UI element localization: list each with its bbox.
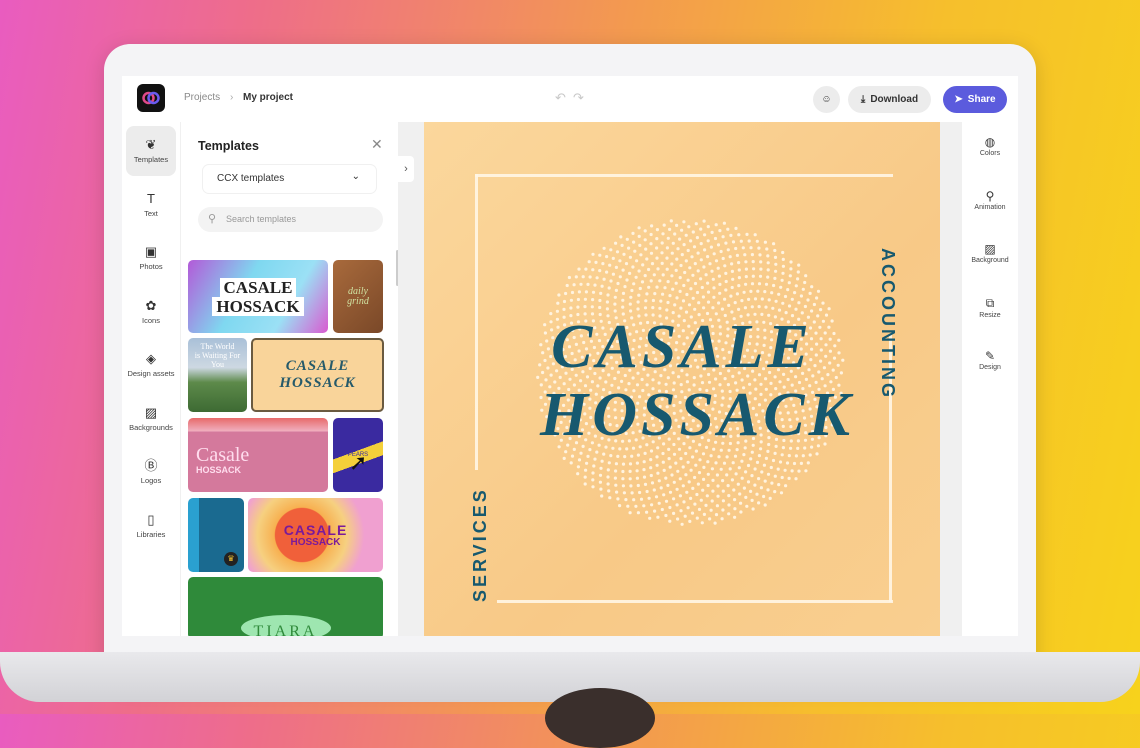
template-thumbnail[interactable]: The World is Waiting For You bbox=[188, 338, 247, 412]
thumb-text: daily bbox=[348, 285, 368, 297]
rail-item-icons[interactable]: ✿ Icons bbox=[126, 287, 176, 337]
right-rail-label: Background bbox=[971, 257, 1009, 264]
chevron-down-icon: ⌄ bbox=[351, 171, 360, 182]
template-source-dropdown[interactable]: CCX templates ⌄ bbox=[203, 165, 376, 193]
templates-panel: Templates ✕ CCX templates ⌄ ⚲ Search templ… bbox=[180, 122, 399, 636]
thumb-text: grind bbox=[347, 295, 369, 307]
frame-line-bottom bbox=[497, 600, 893, 603]
icons-icon: ✿ bbox=[145, 297, 157, 313]
undo-icon[interactable]: ↶ bbox=[555, 90, 566, 106]
right-rail-design[interactable]: ✎ Design bbox=[962, 349, 1018, 371]
comment-button[interactable]: ☺ bbox=[813, 86, 840, 113]
webcam-overlay bbox=[545, 688, 655, 748]
rail-item-label: Libraries bbox=[136, 529, 166, 539]
rail-item-logos[interactable]: Ⓑ Logos bbox=[126, 447, 176, 497]
thumb-text: CASALE bbox=[283, 521, 348, 538]
vertical-text-accounting[interactable]: ACCOUNTING bbox=[877, 248, 898, 400]
rail-item-label: Photos bbox=[139, 262, 163, 271]
design-canvas[interactable]: CASALE HOSSACK ACCOUNTING SERVICES bbox=[424, 122, 940, 636]
thumb-text: TIARA bbox=[240, 615, 331, 636]
redo-icon[interactable]: ↷ bbox=[573, 90, 584, 106]
right-rail-label: Resize bbox=[979, 311, 1001, 319]
right-rail-colors[interactable]: ◍ Colors bbox=[962, 135, 1018, 157]
thumb-text: CASALE bbox=[285, 358, 350, 374]
rail-item-label: Logos bbox=[140, 476, 162, 485]
template-thumbnail[interactable]: ♛ bbox=[188, 498, 244, 572]
share-button[interactable]: ➤ Share bbox=[943, 86, 1007, 113]
text-icon: T bbox=[147, 190, 155, 206]
rail-item-label: Design assets bbox=[127, 369, 175, 378]
palette-user-icon: ☺ bbox=[821, 94, 832, 105]
template-thumbnail[interactable]: CASALE HOSSACK bbox=[248, 498, 383, 572]
frame-line-top bbox=[475, 174, 893, 177]
rail-item-label: Text bbox=[144, 208, 158, 218]
thumb-text: Casale bbox=[196, 444, 250, 466]
thumb-text: CASALE bbox=[219, 277, 297, 297]
search-input[interactable]: ⚲ Search templates bbox=[198, 207, 383, 232]
download-label: Download bbox=[870, 94, 919, 105]
header: Projects › My project ↶ ↷ ☺ ⤓ Download ➤ S… bbox=[122, 76, 1018, 122]
rail-item-label: Icons bbox=[142, 315, 160, 325]
resize-icon: ⧉ bbox=[985, 295, 995, 310]
photos-icon: ▣ bbox=[144, 244, 158, 259]
close-icon[interactable]: ✕ bbox=[371, 136, 383, 153]
logos-icon: Ⓑ bbox=[144, 458, 158, 473]
template-thumbnail[interactable]: Casale HOSSACK bbox=[188, 418, 328, 492]
rail-item-photos[interactable]: ▣ Photos bbox=[126, 233, 176, 283]
download-icon: ⤓ bbox=[860, 94, 866, 105]
rail-item-label: Backgrounds bbox=[129, 422, 173, 432]
colors-icon: ◍ bbox=[984, 135, 996, 149]
design-icon: ✎ bbox=[984, 349, 996, 363]
design-assets-icon: ◈ bbox=[146, 351, 156, 366]
right-rail-resize[interactable]: ⧉ Resize bbox=[962, 296, 1018, 319]
template-thumbnail[interactable]: TIARA bbox=[188, 577, 383, 636]
template-thumbnail[interactable]: CASALE HOSSACK bbox=[188, 260, 328, 333]
right-rail-background[interactable]: ▨ Background bbox=[962, 242, 1018, 264]
search-placeholder: Search templates bbox=[226, 214, 297, 224]
send-icon: ➤ bbox=[954, 94, 963, 105]
search-icon: ⚲ bbox=[208, 213, 217, 225]
rail-item-text[interactable]: T Text bbox=[126, 180, 176, 230]
rail-item-templates[interactable]: ❦ Templates bbox=[126, 126, 176, 176]
title-line-2[interactable]: HOSSACK bbox=[424, 380, 940, 451]
rail-item-libraries[interactable]: ▯ Libraries bbox=[126, 501, 176, 551]
right-rail-label: Colors bbox=[979, 150, 1001, 157]
backgrounds-icon: ▨ bbox=[144, 404, 158, 420]
breadcrumb-projects[interactable]: Projects bbox=[184, 92, 220, 103]
collapse-panel-button[interactable]: › bbox=[398, 156, 414, 182]
premium-crown-icon: ♛ bbox=[224, 552, 238, 566]
templates-icon: ❦ bbox=[145, 137, 157, 152]
right-rail-label: Animation bbox=[974, 203, 1006, 211]
dropdown-value: CCX templates bbox=[217, 173, 285, 184]
mouse-cursor: ➚ bbox=[349, 450, 368, 475]
title-line-1[interactable]: CASALE bbox=[424, 312, 940, 383]
rail-item-backgrounds[interactable]: ▨ Backgrounds bbox=[126, 394, 176, 444]
thumb-text: The World bbox=[200, 342, 235, 351]
template-thumbnail-selected[interactable]: CASALE HOSSACK bbox=[251, 338, 384, 412]
thumb-text: HOSSACK bbox=[196, 465, 242, 475]
app-window: Projects › My project ↶ ↷ ☺ ⤓ Download ➤ S… bbox=[122, 76, 1018, 636]
download-button[interactable]: ⤓ Download bbox=[848, 86, 931, 113]
breadcrumb-separator: › bbox=[230, 92, 234, 103]
breadcrumb-current: My project bbox=[243, 92, 294, 103]
right-rail: ◍ Colors ⚲ Animation ▨ Background ⧉ Resize ✎ Desi… bbox=[962, 122, 1018, 636]
thumb-text: HOSSACK bbox=[290, 536, 341, 548]
left-rail: ❦ Templates T Text ▣ Photos ✿ Icons ◈ Design asse… bbox=[122, 122, 180, 636]
share-label: Share bbox=[967, 94, 996, 105]
right-rail-animation[interactable]: ⚲ Animation bbox=[962, 189, 1018, 211]
background-icon: ▨ bbox=[984, 242, 996, 256]
thumb-text: is Waiting For You bbox=[194, 351, 241, 369]
rail-item-design-assets[interactable]: ◈ Design assets bbox=[126, 340, 176, 390]
vertical-text-services[interactable]: SERVICES bbox=[470, 487, 491, 602]
thumb-text: HOSSACK bbox=[212, 296, 304, 316]
creative-cloud-icon bbox=[142, 91, 160, 105]
rail-item-label: Templates bbox=[133, 155, 169, 164]
animation-icon: ⚲ bbox=[985, 188, 995, 203]
app-logo[interactable] bbox=[137, 84, 165, 112]
template-thumbnail[interactable]: daily grind bbox=[333, 260, 383, 333]
right-rail-label: Design bbox=[979, 364, 1001, 371]
thumb-text: HOSSACK bbox=[279, 375, 356, 391]
libraries-icon: ▯ bbox=[147, 511, 155, 527]
panel-title: Templates bbox=[198, 139, 259, 153]
